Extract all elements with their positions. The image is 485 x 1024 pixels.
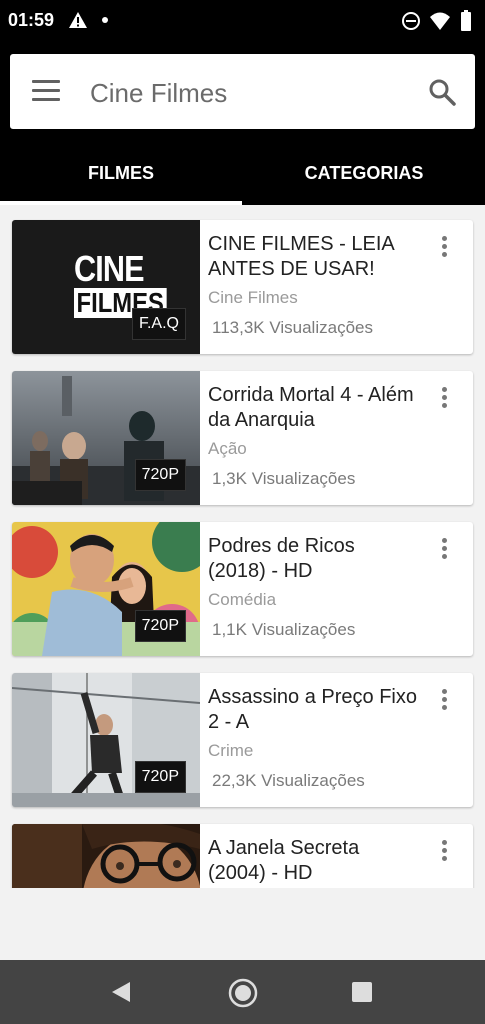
movie-views: 1,1K Visualizações bbox=[212, 620, 356, 639]
more-options-icon[interactable] bbox=[437, 689, 451, 713]
quality-badge: 720P bbox=[134, 761, 186, 793]
movie-title: CINE FILMES - LEIA ANTES DE USAR! bbox=[208, 233, 394, 280]
movie-card[interactable]: CINE FILMES F.A.Q CINE FILMES - LEIA ANT… bbox=[12, 220, 473, 354]
tab-bar: FILMES CATEGORIAS bbox=[0, 150, 485, 205]
quality-badge: F.A.Q bbox=[131, 308, 186, 340]
movie-thumbnail bbox=[12, 824, 200, 888]
movie-info: Assassino a Preço Fixo 2 - A Crime 22,3K… bbox=[208, 685, 418, 791]
movie-genre: Crime bbox=[208, 741, 254, 760]
menu-icon[interactable] bbox=[32, 80, 60, 102]
movie-title: Podres de Ricos (2018) - HD bbox=[208, 535, 355, 582]
movie-genre: Cine Filmes bbox=[208, 288, 298, 307]
movie-list[interactable]: CINE FILMES F.A.Q CINE FILMES - LEIA ANT… bbox=[0, 205, 485, 888]
movie-thumbnail: CINE FILMES F.A.Q bbox=[12, 220, 200, 354]
home-icon[interactable] bbox=[228, 978, 258, 1008]
notification-dot-icon bbox=[102, 17, 108, 23]
system-nav-bar bbox=[0, 960, 485, 1024]
more-options-icon[interactable] bbox=[437, 236, 451, 260]
battery-icon bbox=[461, 10, 471, 31]
app-bar: Cine Filmes bbox=[0, 42, 485, 150]
movie-thumbnail: 720P bbox=[12, 522, 200, 656]
movie-info: Corrida Mortal 4 - Além da Anarquia Ação… bbox=[208, 383, 418, 489]
movie-card[interactable]: 720P Assassino a Preço Fixo 2 - A Crime … bbox=[12, 673, 473, 807]
movie-info: Podres de Ricos (2018) - HD Comédia 1,1K… bbox=[208, 534, 418, 640]
movie-card[interactable]: 720P Corrida Mortal 4 - Além da Anarquia… bbox=[12, 371, 473, 505]
movie-genre: Ação bbox=[208, 439, 247, 458]
movie-views: 1,3K Visualizações bbox=[212, 469, 356, 488]
quality-badge: 720P bbox=[134, 459, 186, 491]
more-options-icon[interactable] bbox=[437, 538, 451, 562]
movie-title: Corrida Mortal 4 - Além da Anarquia bbox=[208, 384, 414, 431]
back-icon[interactable] bbox=[110, 980, 132, 1004]
movie-info: CINE FILMES - LEIA ANTES DE USAR! Cine F… bbox=[208, 232, 418, 338]
more-options-icon[interactable] bbox=[437, 387, 451, 411]
tab-categorias[interactable]: CATEGORIAS bbox=[243, 150, 485, 205]
movie-card[interactable]: 720P Podres de Ricos (2018) - HD Comédia… bbox=[12, 522, 473, 656]
movie-views: 113,3K Visualizações bbox=[212, 318, 373, 337]
recents-icon[interactable] bbox=[352, 982, 372, 1002]
content-area: CINE FILMES F.A.Q CINE FILMES - LEIA ANT… bbox=[0, 205, 485, 960]
movie-genre: Comédia bbox=[208, 590, 277, 609]
status-time: 01:59 bbox=[8, 10, 55, 30]
wifi-icon bbox=[430, 12, 450, 30]
search-icon[interactable] bbox=[428, 78, 456, 106]
movie-title: Assassino a Preço Fixo 2 - A bbox=[208, 686, 417, 733]
poster-image bbox=[12, 824, 200, 888]
app-title: Cine Filmes bbox=[90, 78, 228, 108]
tab-filmes[interactable]: FILMES bbox=[0, 150, 242, 205]
movie-card[interactable]: A Janela Secreta (2004) - HD bbox=[12, 824, 473, 888]
movie-thumbnail: 720P bbox=[12, 673, 200, 807]
search-bar[interactable]: Cine Filmes bbox=[10, 54, 475, 129]
movie-title: A Janela Secreta (2004) - HD bbox=[208, 837, 360, 884]
do-not-disturb-icon bbox=[402, 12, 420, 30]
movie-info: A Janela Secreta (2004) - HD bbox=[208, 836, 418, 886]
more-options-icon[interactable] bbox=[437, 840, 451, 864]
warning-icon bbox=[69, 12, 87, 28]
quality-badge: 720P bbox=[134, 610, 186, 642]
movie-thumbnail: 720P bbox=[12, 371, 200, 505]
movie-views: 22,3K Visualizações bbox=[212, 771, 365, 790]
status-bar: 01:59 bbox=[0, 0, 485, 42]
